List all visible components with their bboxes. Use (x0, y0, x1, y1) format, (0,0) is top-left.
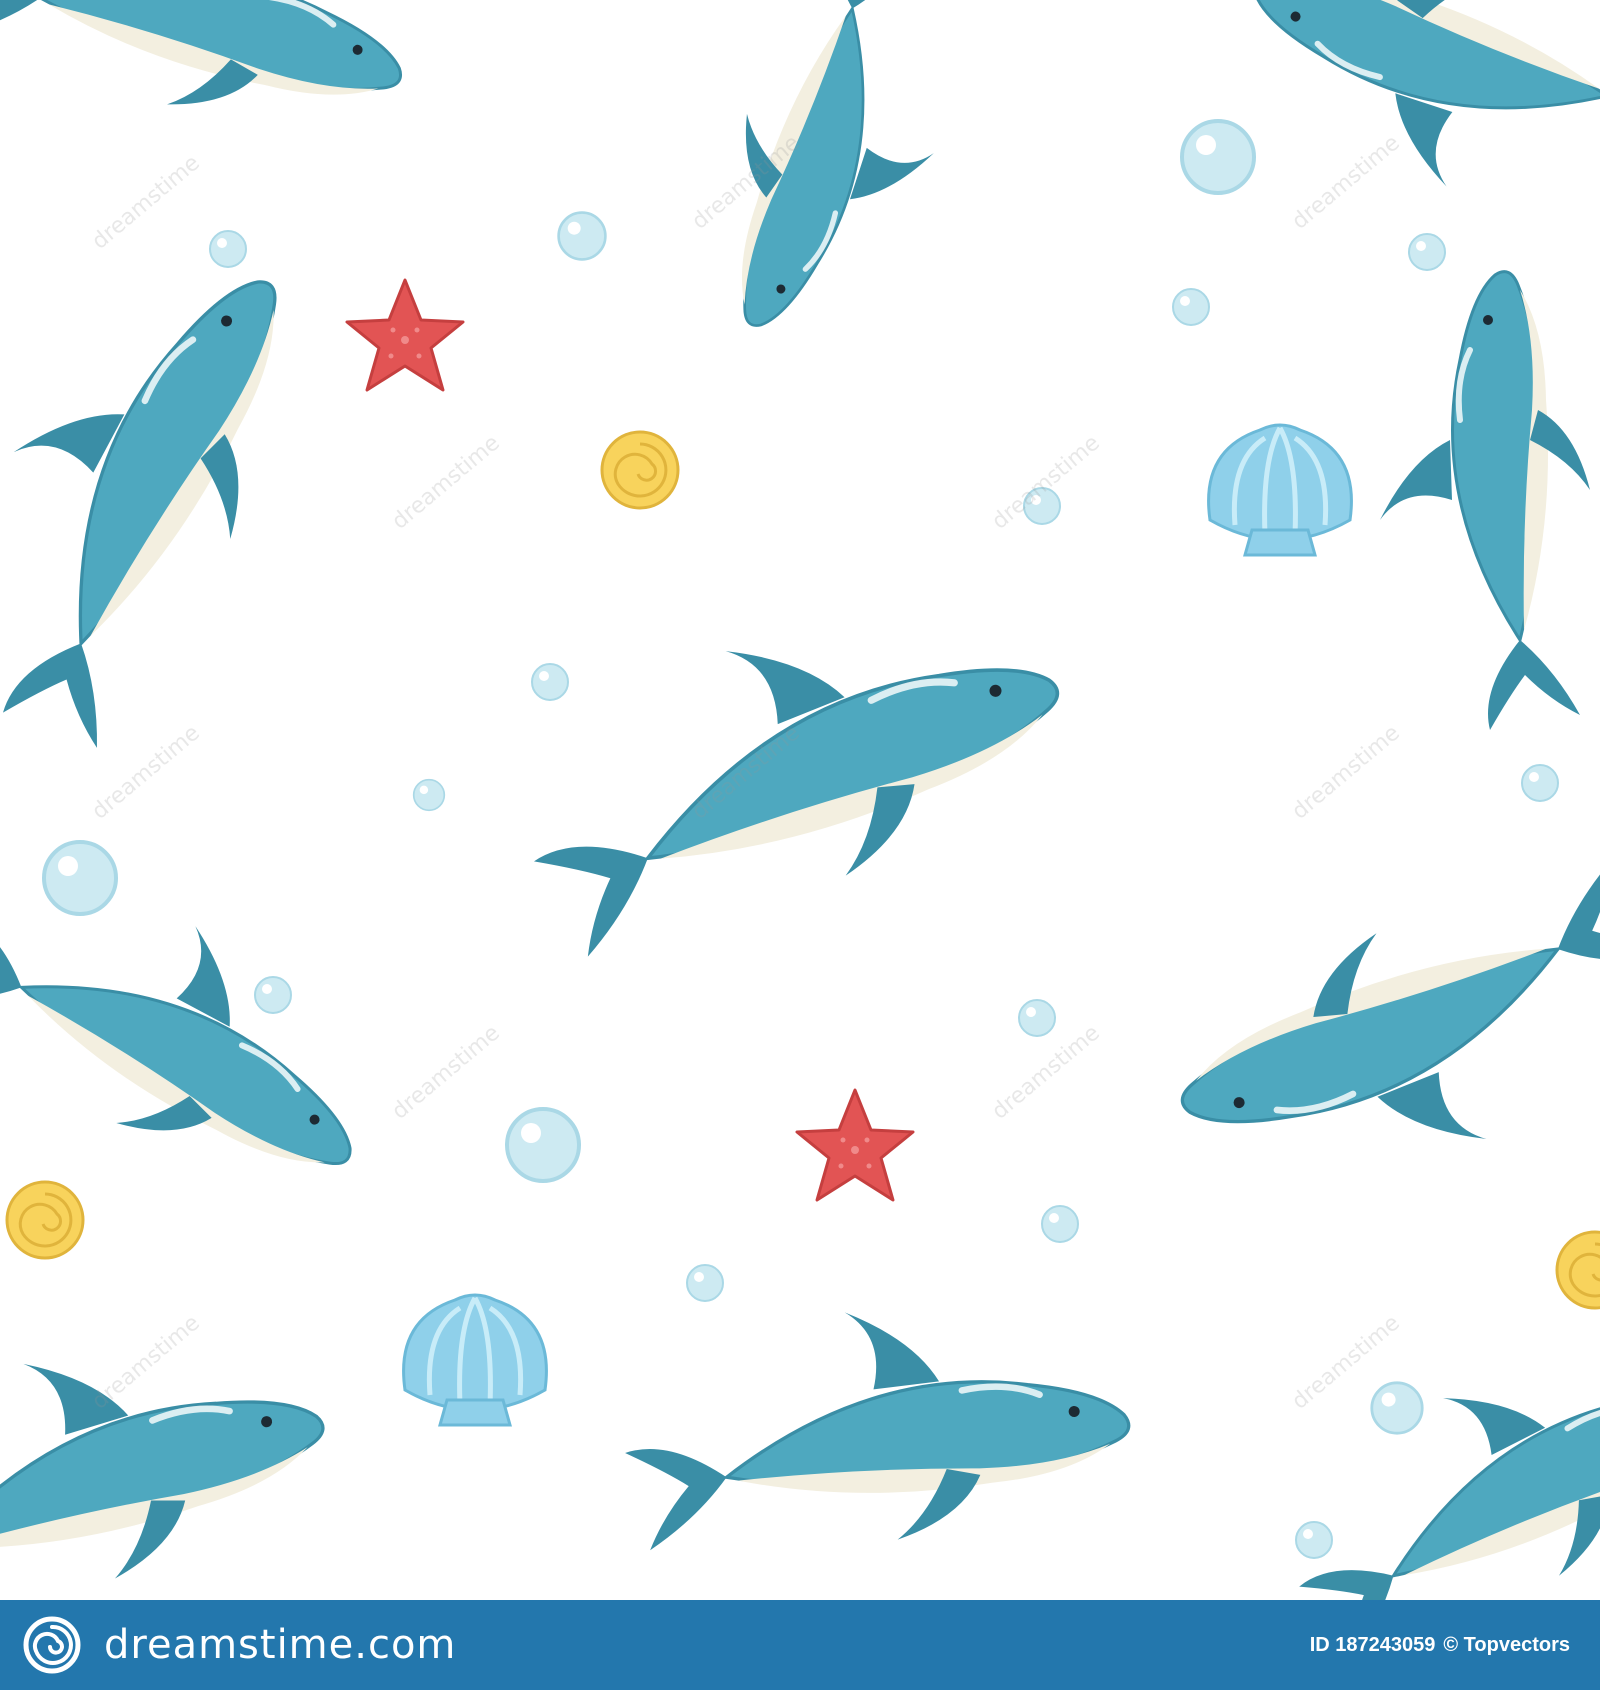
dolphin-illustration (1213, 0, 1600, 258)
bubble (557, 211, 607, 261)
scallop-shell-illustration (404, 1295, 547, 1425)
dreamstime-brand[interactable]: dreamstime.com (22, 1615, 456, 1675)
bubble (505, 1107, 581, 1183)
dolphin-illustration (0, 0, 432, 161)
bubble (1018, 999, 1056, 1037)
starfish-illustration (345, 278, 465, 392)
scallop-shell-illustration (1209, 425, 1352, 555)
snail-shell-illustration (5, 1180, 85, 1260)
image-id: ID 187243059 (1309, 1633, 1436, 1656)
bubble (1172, 288, 1210, 326)
bubble (254, 976, 292, 1014)
bubble (686, 1264, 724, 1302)
bubble (1521, 764, 1559, 802)
dolphin-illustration (1151, 843, 1600, 1233)
seamless-pattern-artwork: dreamstime dreamstime dreamstime dreamst… (0, 0, 1600, 1600)
brand-name: dreamstime.com (104, 1622, 457, 1668)
bubble (412, 778, 446, 812)
bubble (209, 230, 247, 268)
bubble (531, 663, 569, 701)
dolphin-illustration (0, 216, 350, 768)
bubble (1041, 1205, 1079, 1243)
bubble (42, 840, 118, 916)
dolphin-illustration (615, 1289, 1137, 1563)
dolphin-illustration (489, 549, 1092, 974)
bubble (1370, 1381, 1424, 1435)
bubble (1408, 233, 1446, 271)
dreamstime-spiral-icon (23, 1616, 81, 1674)
bubble (1180, 119, 1256, 195)
starfish-illustration (795, 1088, 915, 1202)
author-credit: © Topvectors (1443, 1633, 1570, 1656)
snail-shell-illustration (1555, 1230, 1600, 1310)
stock-footer-bar: dreamstime.com ID 187243059 © Topvectors (0, 1600, 1600, 1690)
snail-shell-illustration (600, 430, 680, 510)
bubble (1295, 1521, 1333, 1559)
dolphin-illustration (1380, 272, 1590, 730)
image-credit: ID 187243059 © Topvectors (1310, 1634, 1570, 1657)
